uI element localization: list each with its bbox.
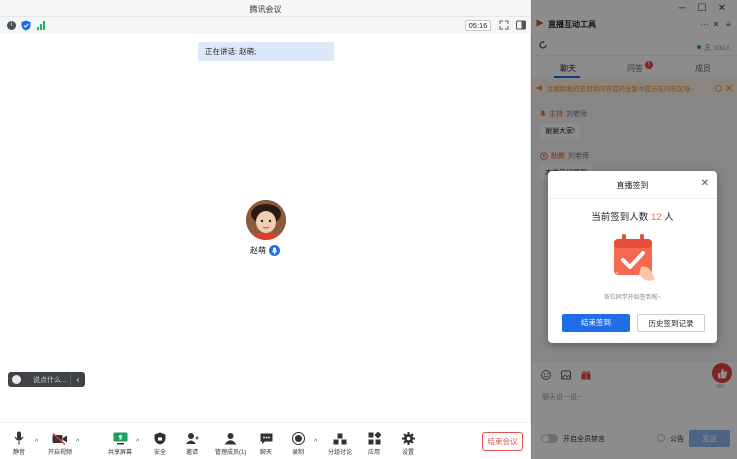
dialog-close-icon[interactable]: ✕ bbox=[701, 178, 709, 189]
mute-button[interactable]: 静音 bbox=[4, 431, 34, 456]
breakout-rooms-icon bbox=[333, 433, 347, 445]
dialog-divider bbox=[548, 198, 717, 199]
meeting-timer: 05:16 bbox=[465, 20, 491, 31]
emoji-icon[interactable] bbox=[12, 375, 21, 384]
security-button[interactable]: 安全 bbox=[145, 431, 175, 456]
avatar bbox=[246, 200, 286, 240]
fullscreen-icon[interactable] bbox=[499, 20, 509, 30]
video-stage: 正在讲话: 赵萌; 赵萌 说点什么... ‹ bbox=[0, 34, 531, 422]
meeting-toolbar: 静音 ^ 开启视频 ^ 共享屏幕 ^ 安全 邀请 管理成员(1) 聊天 录制 ^… bbox=[0, 422, 531, 459]
gear-icon bbox=[401, 432, 415, 445]
end-sign-in-button[interactable]: 结束签到 bbox=[562, 314, 630, 332]
apps-button[interactable]: 应用 bbox=[359, 431, 389, 456]
sign-in-dialog: 直播签到 ✕ 当前签到人数 12 人 各位同学开始签到啦~ 结束签到 历史签到记… bbox=[548, 171, 717, 343]
record-icon bbox=[291, 432, 305, 445]
share-screen-button[interactable]: 共享屏幕 bbox=[105, 431, 135, 456]
chat-button[interactable]: 聊天 bbox=[251, 431, 281, 456]
dialog-title: 直播签到 bbox=[616, 181, 649, 190]
members-icon bbox=[224, 433, 236, 445]
chat-bubble-input[interactable]: 说点什么... ‹ bbox=[8, 372, 85, 387]
mute-options-chevron-icon[interactable]: ^ bbox=[35, 439, 38, 446]
status-bar: i 05:16 bbox=[0, 17, 531, 34]
shield-icon[interactable] bbox=[21, 20, 31, 31]
layout-icon[interactable] bbox=[516, 20, 526, 30]
calendar-check-icon bbox=[614, 234, 655, 281]
settings-button[interactable]: 设置 bbox=[393, 431, 423, 456]
title-bar: 腾讯会议 bbox=[0, 0, 531, 17]
speaking-indicator: 正在讲话: 赵萌; bbox=[198, 42, 334, 61]
share-options-chevron-icon[interactable]: ^ bbox=[136, 439, 139, 446]
video-off-icon bbox=[52, 433, 67, 445]
end-meeting-button[interactable]: 结束会议 bbox=[482, 432, 523, 451]
meeting-app: 腾讯会议 i 05:16 正在讲话: 赵萌; 赵萌 说点什么... ‹ 静音 ^… bbox=[0, 0, 737, 459]
participant-name: 赵萌 bbox=[250, 245, 280, 256]
collapse-icon[interactable]: ‹ bbox=[70, 372, 85, 387]
security-shield-icon bbox=[154, 432, 166, 445]
mic-icon bbox=[269, 245, 280, 256]
sign-in-history-button[interactable]: 历史签到记录 bbox=[637, 314, 705, 332]
window-title: 腾讯会议 bbox=[249, 5, 282, 14]
apps-grid-icon bbox=[368, 432, 381, 445]
share-screen-icon bbox=[113, 432, 127, 445]
manage-members-button[interactable]: 管理成员(1) bbox=[215, 431, 246, 456]
dialog-hint: 各位同学开始签到啦~ bbox=[603, 295, 662, 301]
video-button[interactable]: 开启视频 bbox=[45, 431, 75, 456]
signal-icon bbox=[37, 21, 46, 30]
record-options-chevron-icon[interactable]: ^ bbox=[314, 439, 317, 446]
info-icon[interactable]: i bbox=[7, 21, 16, 30]
chat-icon bbox=[260, 433, 272, 444]
breakout-button[interactable]: 分组讨论 bbox=[325, 431, 355, 456]
invite-button[interactable]: 邀请 bbox=[177, 431, 207, 456]
video-options-chevron-icon[interactable]: ^ bbox=[76, 439, 79, 446]
invite-user-icon bbox=[185, 433, 198, 444]
chat-input-placeholder[interactable]: 说点什么... bbox=[33, 375, 70, 385]
record-button[interactable]: 录制 bbox=[283, 431, 313, 456]
sign-in-count: 当前签到人数 12 人 bbox=[591, 212, 674, 223]
microphone-icon bbox=[14, 431, 24, 445]
